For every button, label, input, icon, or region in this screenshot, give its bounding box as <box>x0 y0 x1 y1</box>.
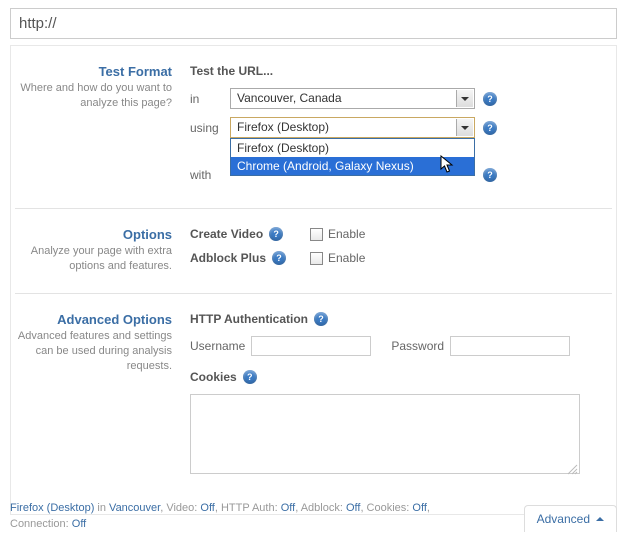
url-input[interactable] <box>10 8 617 39</box>
options-section: Options Analyze your page with extra opt… <box>15 209 612 293</box>
create-video-label: Create Video ? <box>190 227 290 241</box>
adblock-label: Adblock Plus ? <box>190 251 290 265</box>
test-format-desc: Where and how do you want to analyze thi… <box>15 81 172 111</box>
advanced-desc: Advanced features and settings can be us… <box>15 329 172 374</box>
chevron-down-icon <box>456 90 473 107</box>
in-label: in <box>190 92 230 106</box>
advanced-section: Advanced Options Advanced features and s… <box>15 294 612 495</box>
options-desc: Analyze your page with extra options and… <box>15 244 172 274</box>
help-icon[interactable]: ? <box>243 370 257 384</box>
test-format-section: Test Format Where and how do you want to… <box>15 46 612 208</box>
with-label: with <box>190 168 230 182</box>
adblock-checkbox[interactable] <box>310 252 323 265</box>
help-icon[interactable]: ? <box>483 121 497 135</box>
username-input[interactable] <box>251 336 371 356</box>
enable-label: Enable <box>328 227 365 241</box>
enable-label: Enable <box>328 251 365 265</box>
create-video-checkbox[interactable] <box>310 228 323 241</box>
browser-option-firefox[interactable]: Firefox (Desktop) <box>231 139 474 157</box>
password-label: Password <box>391 339 444 353</box>
username-label: Username <box>190 339 245 353</box>
test-url-heading: Test the URL... <box>190 64 612 78</box>
options-title: Options <box>15 227 172 242</box>
cookies-textarea[interactable] <box>190 394 580 474</box>
help-icon[interactable]: ? <box>483 168 497 182</box>
browser-select[interactable]: Firefox (Desktop) <box>230 117 475 138</box>
help-icon[interactable]: ? <box>314 312 328 326</box>
browser-dropdown[interactable]: Firefox (Desktop) Chrome (Android, Galax… <box>230 138 475 176</box>
triangle-up-icon <box>596 517 604 521</box>
chevron-down-icon <box>456 119 473 136</box>
password-input[interactable] <box>450 336 570 356</box>
cursor-icon <box>440 155 456 175</box>
advanced-title: Advanced Options <box>15 312 172 327</box>
location-selected-value: Vancouver, Canada <box>237 91 342 105</box>
footer: Firefox (Desktop) in Vancouver, Video: O… <box>10 501 617 532</box>
advanced-toggle-button[interactable]: Advanced <box>524 505 617 532</box>
using-label: using <box>190 121 230 135</box>
resize-handle-icon[interactable] <box>566 463 578 475</box>
status-summary: Firefox (Desktop) in Vancouver, Video: O… <box>10 501 430 532</box>
help-icon[interactable]: ? <box>483 92 497 106</box>
browser-selected-value: Firefox (Desktop) <box>237 120 329 134</box>
browser-option-chrome-android[interactable]: Chrome (Android, Galaxy Nexus) <box>231 157 474 175</box>
settings-panel: Test Format Where and how do you want to… <box>10 45 617 515</box>
http-auth-label: HTTP Authentication ? <box>190 312 612 326</box>
advanced-button-label: Advanced <box>537 512 590 526</box>
cookies-label: Cookies ? <box>190 370 612 384</box>
location-select[interactable]: Vancouver, Canada <box>230 88 475 109</box>
help-icon[interactable]: ? <box>269 227 283 241</box>
test-format-title: Test Format <box>15 64 172 79</box>
help-icon[interactable]: ? <box>272 251 286 265</box>
